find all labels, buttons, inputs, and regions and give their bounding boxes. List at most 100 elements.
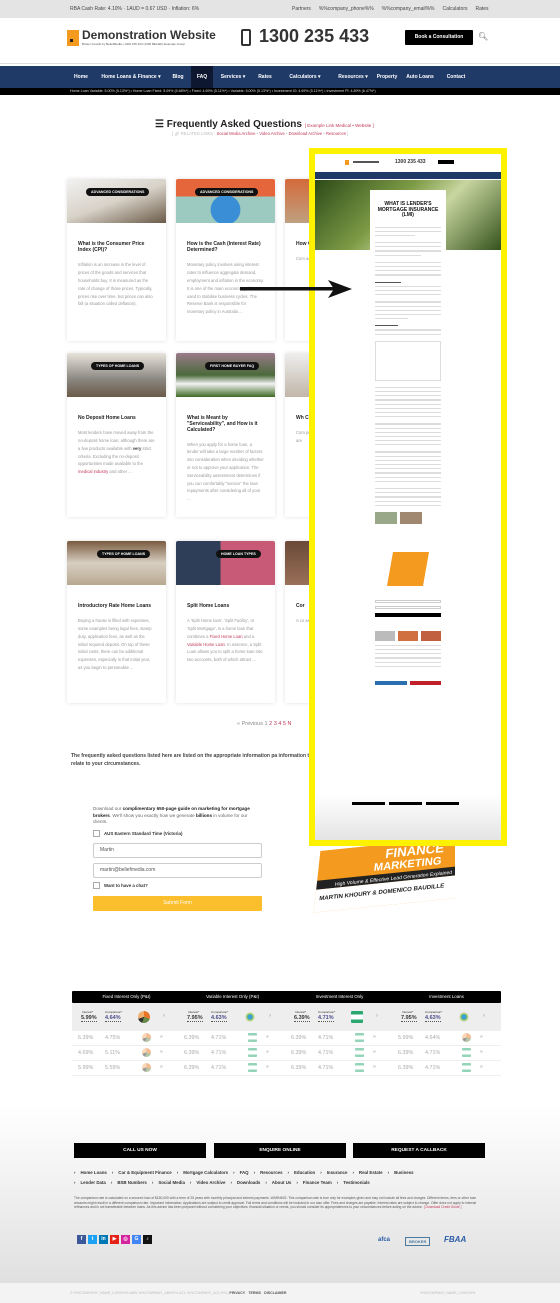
page-4[interactable]: 4 (278, 721, 281, 727)
footer-link[interactable]: BSB Numbers (117, 1180, 147, 1185)
footer-link[interactable]: FAQ (240, 1170, 249, 1175)
nav-faq[interactable]: FAQ (191, 66, 213, 88)
nav-calculators[interactable]: Calculators ▾ (282, 66, 328, 88)
nav-auto-loans[interactable]: Auto Loans (402, 66, 438, 88)
related-video-archive[interactable]: Video Archive (259, 131, 285, 136)
menu-icon[interactable]: ☰ (155, 119, 164, 130)
page-2[interactable]: 2 (269, 721, 272, 727)
facebook-icon[interactable]: f (77, 1235, 86, 1244)
nav-home[interactable]: Home (68, 66, 94, 88)
youtube-icon[interactable]: ▶ (110, 1235, 119, 1244)
rate-row[interactable]: 6.39% 4.71% » (392, 1061, 501, 1076)
category-badge[interactable]: ADVANCED CONSIDERATIONS (195, 188, 259, 196)
phone-link[interactable]: %%company_phone%% (319, 6, 374, 12)
rate-row[interactable]: 6.39% 4.71% » (178, 1031, 287, 1046)
rates-link[interactable]: Rates (476, 6, 489, 12)
disclaimer-link[interactable]: DISCLAIMER (264, 1291, 286, 1295)
related-resources[interactable]: Resources (326, 131, 346, 136)
featured-rate[interactable]: Interest* Comparison* 6.39% 4.71% › (285, 1003, 394, 1031)
footer-link[interactable]: Home Loans (80, 1170, 106, 1175)
featured-rate[interactable]: Interest* Comparison* 7.95% 4.63% › (178, 1003, 287, 1031)
nav-property[interactable]: Property (374, 66, 400, 88)
chevron-double-right-icon[interactable]: » (480, 1049, 483, 1055)
card-title[interactable]: What is Meant by "Serviceability", and H… (187, 415, 264, 434)
calculators-link[interactable]: Calculators (442, 6, 467, 12)
linkedin-icon[interactable]: in (99, 1235, 108, 1244)
submit-form-button[interactable]: Submit Form (93, 895, 262, 911)
footer-link[interactable]: Resources (260, 1170, 282, 1175)
enquire-online-button[interactable]: ENQUIRE ONLINE (214, 1143, 346, 1158)
chevron-double-right-icon[interactable]: » (266, 1064, 269, 1070)
timezone-checkbox[interactable] (93, 830, 100, 837)
rate-row[interactable]: 5.99% 5.59% » (72, 1061, 181, 1076)
rate-row[interactable]: 4.69% 5.11% » (72, 1046, 181, 1061)
privacy-link[interactable]: PRIVACY (229, 1291, 245, 1295)
footer-link[interactable]: Mortgage Calculators (183, 1170, 228, 1175)
next-page[interactable]: N (288, 721, 292, 727)
chevron-double-right-icon[interactable]: » (373, 1049, 376, 1055)
page-3[interactable]: 3 (274, 721, 277, 727)
card-title[interactable]: What is the Consumer Price Index (CPI)? (78, 241, 155, 253)
chevron-right-icon[interactable]: › (163, 1013, 165, 1019)
footer-link[interactable]: Insurance (327, 1170, 348, 1175)
email-input[interactable]: martin@beliefmedia.com (93, 862, 262, 878)
nav-services[interactable]: Services ▾ (215, 66, 251, 88)
category-badge[interactable]: ADVANCED CONSIDERATIONS (86, 188, 150, 196)
faq-card[interactable]: FIRST HOME BUYER FAQ What is Meant by "S… (176, 353, 275, 517)
email-link[interactable]: %%company_email%% (382, 6, 435, 12)
nav-contact[interactable]: Contact (442, 66, 470, 88)
footer-link[interactable]: Social Media (158, 1180, 185, 1185)
category-badge[interactable]: TYPES OF HOME LOANS (97, 550, 151, 558)
request-callback-button[interactable]: REQUEST A CALLBACK (353, 1143, 485, 1158)
page-5[interactable]: 5 (283, 721, 286, 727)
logo-icon[interactable] (67, 30, 79, 46)
faq-card[interactable]: HOME LOAN TYPES Split Home Loans A 'Spli… (176, 541, 275, 703)
name-input[interactable]: Martin (93, 842, 262, 858)
google-icon[interactable]: G (132, 1235, 141, 1244)
footer-link[interactable]: Downloads (237, 1180, 260, 1185)
category-badge[interactable]: FIRST HOME BUYER FAQ (205, 362, 260, 370)
category-badge[interactable]: HOME LOAN TYPES (216, 550, 261, 558)
partners-link[interactable]: Partners (292, 6, 311, 12)
call-us-now-button[interactable]: CALL US NOW (74, 1143, 206, 1158)
chevron-double-right-icon[interactable]: » (480, 1034, 483, 1040)
chevron-double-right-icon[interactable]: » (160, 1064, 163, 1070)
chat-checkbox[interactable] (93, 882, 100, 889)
footer-link[interactable]: Video Archive (196, 1180, 225, 1185)
rate-row[interactable]: 6.39% 4.71% » (285, 1031, 394, 1046)
related-download-archive[interactable]: Download Archive (289, 131, 323, 136)
logo-title[interactable]: Demonstration Website (82, 28, 216, 42)
rate-row[interactable]: 6.39% 4.71% » (392, 1046, 501, 1061)
twitter-icon[interactable]: t (88, 1235, 97, 1244)
chevron-right-icon[interactable]: › (269, 1013, 271, 1019)
tiktok-icon[interactable]: ♪ (143, 1235, 152, 1244)
faq-card[interactable]: ADVANCED CONSIDERATIONS How is the Cash … (176, 179, 275, 341)
header-phone[interactable]: 1300 235 433 (259, 26, 369, 47)
chevron-double-right-icon[interactable]: » (160, 1034, 163, 1040)
nav-rates[interactable]: Rates (253, 66, 277, 88)
chevron-double-right-icon[interactable]: » (266, 1049, 269, 1055)
card-title[interactable]: No Deposit Home Loans (78, 415, 155, 421)
nav-resources[interactable]: Resources ▾ (330, 66, 376, 88)
footer-link[interactable]: Testimonials (343, 1180, 370, 1185)
rate-row[interactable]: 6.39% 4.75% » (72, 1031, 181, 1046)
card-title[interactable]: Introductory Rate Home Loans (78, 603, 155, 609)
footer-link[interactable]: Finance Team (303, 1180, 332, 1185)
book-consultation-button[interactable]: Book a Consultation (405, 30, 473, 45)
nav-blog[interactable]: Blog (166, 66, 190, 88)
previous-page[interactable]: « Previous (237, 721, 263, 727)
chevron-double-right-icon[interactable]: » (266, 1034, 269, 1040)
fixed-home-loan-link[interactable]: Fixed Home Loan (210, 634, 243, 639)
chevron-double-right-icon[interactable]: » (160, 1049, 163, 1055)
faq-card[interactable]: ADVANCED CONSIDERATIONS What is the Cons… (67, 179, 166, 341)
footer-link[interactable]: Business (394, 1170, 414, 1175)
chevron-right-icon[interactable]: › (376, 1013, 378, 1019)
featured-rate[interactable]: Interest* Comparison* 7.95% 4.63% › (392, 1003, 501, 1031)
related-social-media-archive[interactable]: Social Media Archive (217, 131, 256, 136)
category-badge[interactable]: TYPES OF HOME LOANS (91, 362, 145, 370)
card-title[interactable]: Split Home Loans (187, 603, 264, 609)
rate-row[interactable]: 6.39% 4.71% » (285, 1046, 394, 1061)
chevron-double-right-icon[interactable]: » (373, 1064, 376, 1070)
rate-row[interactable]: 6.39% 4.71% » (285, 1061, 394, 1076)
instagram-icon[interactable]: ◎ (121, 1235, 130, 1244)
